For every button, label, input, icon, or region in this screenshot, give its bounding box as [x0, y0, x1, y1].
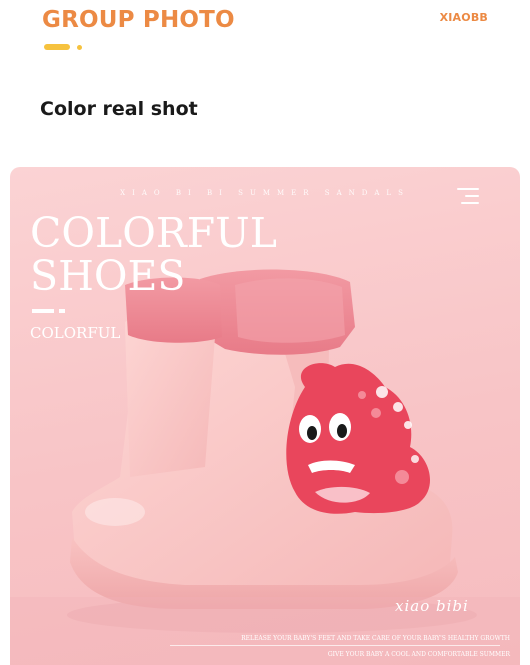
section-heading: Color real shot	[40, 98, 198, 120]
caption-divider	[170, 645, 500, 646]
photo-tagline: XIAO BI BI SUMMER SANDALS	[120, 189, 410, 197]
title-underline-dot	[77, 45, 82, 50]
photo-title-line2: SHOES	[30, 252, 186, 300]
menu-icon[interactable]	[457, 188, 481, 206]
brand-logo-watermark: xiao bibi	[395, 597, 469, 615]
title-underline-dash	[44, 44, 70, 50]
product-photo: XIAO BI BI SUMMER SANDALS COLORFUL SHOES…	[10, 167, 520, 665]
dinosaur-badge	[286, 363, 431, 514]
photo-subtitle: COLORFUL	[30, 324, 121, 342]
photo-caption-line1: RELEASE YOUR BABY'S FEET AND TAKE CARE O…	[241, 635, 510, 642]
photo-title-line1: COLORFUL	[30, 209, 277, 257]
page-title: GROUP PHOTO	[42, 7, 235, 33]
brand-name[interactable]: XIAOBB	[440, 11, 488, 25]
photo-caption-line2: GIVE YOUR BABY A COOL AND COMFORTABLE SU…	[327, 651, 510, 658]
